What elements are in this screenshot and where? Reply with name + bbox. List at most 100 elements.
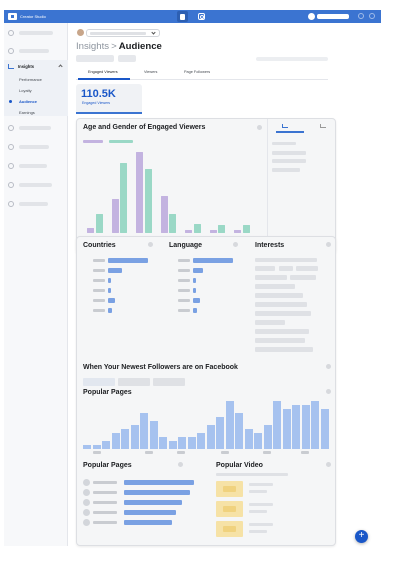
country-bar xyxy=(108,298,115,303)
chevron-down-icon xyxy=(151,30,156,35)
instagram-icon[interactable] xyxy=(198,13,205,20)
country-bar xyxy=(108,278,111,283)
sidebar-item-inbox[interactable] xyxy=(8,162,47,170)
date-range-placeholder[interactable] xyxy=(76,55,114,62)
age-gender-bar xyxy=(136,152,143,233)
page-name-label xyxy=(93,491,117,494)
age-gender-bar xyxy=(111,198,119,233)
countries-title: Countries xyxy=(83,242,116,249)
profile-name-placeholder[interactable] xyxy=(317,14,349,19)
language-label xyxy=(178,259,190,262)
countries-info-icon[interactable] xyxy=(148,242,153,247)
language-info-icon[interactable] xyxy=(233,242,238,247)
language-bar xyxy=(193,268,203,273)
page-avatar xyxy=(77,29,84,36)
popular-pages-hist-bar xyxy=(206,425,215,449)
age-gender-bar xyxy=(218,225,225,233)
popular-page-bar xyxy=(124,520,172,525)
sidebar-item-resources[interactable] xyxy=(8,200,48,208)
video-thumbnail[interactable] xyxy=(216,481,243,497)
profile-avatar[interactable] xyxy=(308,13,315,20)
page-name-label xyxy=(93,521,117,524)
popular-pages-hist-bar xyxy=(273,401,282,449)
language-bar xyxy=(193,288,196,293)
add-button[interactable]: + xyxy=(355,530,368,543)
breadcrumb-separator: > xyxy=(111,41,117,52)
sound-icon xyxy=(8,182,14,188)
language-label xyxy=(178,269,190,272)
age-gender-bar xyxy=(160,196,168,233)
page-selector[interactable] xyxy=(86,29,160,37)
breadcrumb-insights[interactable]: Insights xyxy=(76,41,109,52)
country-label xyxy=(93,269,105,272)
language-title: Language xyxy=(169,242,203,249)
age-gender-bar xyxy=(185,229,192,233)
age-gender-bar xyxy=(209,229,217,233)
popular-pages-hist-bar xyxy=(121,429,130,449)
line-chart-view-icon[interactable] xyxy=(320,124,326,128)
popular-pages-info-icon[interactable] xyxy=(178,462,183,467)
age-gender-bar xyxy=(95,213,103,233)
popular-video-info-icon[interactable] xyxy=(326,462,331,467)
interests-title: Interests xyxy=(255,242,285,249)
sidebar-item-audience[interactable]: Audience xyxy=(19,99,37,104)
popular-pages-hist-bar xyxy=(254,433,263,449)
top-bar: Creator Studio xyxy=(4,10,381,23)
tab-engaged-viewers[interactable]: Engaged Viewers xyxy=(88,70,118,74)
active-tab-underline xyxy=(78,78,130,80)
tab-viewers[interactable]: Viewers xyxy=(144,70,157,74)
popular-pages-hist-bar xyxy=(111,433,120,449)
popular-pages-hist-bar xyxy=(235,413,244,449)
sidebar-item-earnings[interactable]: Earnings xyxy=(19,110,35,115)
audience-tabs: Engaged Viewers Viewers Page Followers xyxy=(76,68,328,80)
country-bar xyxy=(108,258,148,263)
filter-placeholder[interactable] xyxy=(118,55,136,62)
page-name-label xyxy=(93,501,117,504)
page-avatar xyxy=(83,499,90,506)
filter-chip-3[interactable] xyxy=(153,378,185,386)
page-avatar xyxy=(83,479,90,486)
page-title-text: Audience xyxy=(118,41,162,52)
sidebar-item-sound[interactable] xyxy=(8,181,52,189)
popular-pages-title: Popular Pages xyxy=(83,462,132,469)
active-indicator-dot xyxy=(9,100,12,103)
popular-pages-hist-bar xyxy=(159,437,168,449)
page-avatar xyxy=(83,489,90,496)
video-thumbnail[interactable] xyxy=(216,521,243,537)
app-title[interactable]: Creator Studio xyxy=(20,14,46,19)
video-thumbnail[interactable] xyxy=(216,501,243,517)
bar-chart-view-icon[interactable] xyxy=(282,124,288,128)
popular-pages-hist-bar xyxy=(225,401,234,449)
notifications-icon[interactable] xyxy=(358,13,364,19)
sidebar-item-performance[interactable]: Performance xyxy=(19,77,42,82)
audience-details-card: Countries Language Interests When Your N… xyxy=(76,236,336,546)
metric-card[interactable]: 110.5K Engaged Viewers xyxy=(76,84,142,114)
sidebar-item-insights[interactable]: Insights xyxy=(8,64,34,69)
popular-pages-hist-bar xyxy=(263,425,272,449)
country-label xyxy=(93,259,105,262)
facebook-icon[interactable] xyxy=(177,11,188,22)
filter-chip-1[interactable] xyxy=(83,378,115,386)
main-content: Insights > Audience Engaged Viewers Viewer… xyxy=(68,23,381,546)
sidebar-item-monetization[interactable] xyxy=(8,124,51,132)
sidebar-item-home[interactable] xyxy=(8,29,53,37)
sidebar-item-content[interactable] xyxy=(8,47,49,55)
popular-pages-hist-bar xyxy=(149,421,158,449)
interests-info-icon[interactable] xyxy=(326,242,331,247)
popular-pages-chart-info-icon[interactable] xyxy=(326,389,331,394)
creator-studio-logo-icon[interactable] xyxy=(8,13,17,20)
tab-page-followers[interactable]: Page Followers xyxy=(184,70,210,74)
filter-chip-2[interactable] xyxy=(118,378,150,386)
chart-type-panel xyxy=(267,119,337,255)
country-label xyxy=(93,279,105,282)
sidebar-item-loyalty[interactable]: Loyalty xyxy=(19,88,32,93)
newest-followers-info-icon[interactable] xyxy=(326,364,331,369)
sidebar-item-rights[interactable] xyxy=(8,143,49,151)
page-name-label xyxy=(93,511,117,514)
language-label xyxy=(178,299,190,302)
age-gender-chart xyxy=(77,119,267,255)
help-icon[interactable] xyxy=(369,13,375,19)
age-gender-bar xyxy=(144,168,152,233)
inbox-icon xyxy=(8,163,14,169)
popular-pages-hist-bar xyxy=(187,437,196,449)
